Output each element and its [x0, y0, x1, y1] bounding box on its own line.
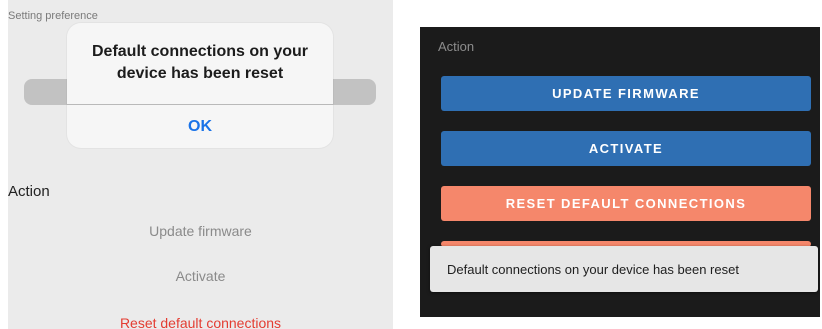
reset-default-connections-button[interactable]: RESET DEFAULT CONNECTIONS [441, 186, 811, 221]
update-firmware-button[interactable]: UPDATE FIRMWARE [441, 76, 811, 111]
update-firmware-button[interactable]: Update firmware [8, 223, 393, 239]
ok-button[interactable]: OK [67, 105, 333, 148]
toast-message: Default connections on your device has b… [447, 261, 739, 277]
action-section-title: Action [438, 39, 475, 54]
ios-settings-panel: Setting preference Default connections o… [8, 0, 393, 329]
android-settings-panel: Action UPDATE FIRMWARE ACTIVATE RESET DE… [420, 27, 820, 317]
action-section-title: Action [8, 183, 50, 200]
toast-notification: Default connections on your device has b… [430, 246, 818, 292]
reset-default-connections-button[interactable]: Reset default connections [8, 315, 393, 329]
alert-dialog: Default connections on your device has b… [67, 23, 333, 148]
activate-button[interactable]: Activate [8, 268, 393, 284]
activate-button[interactable]: ACTIVATE [441, 131, 811, 166]
alert-message: Default connections on your device has b… [91, 43, 308, 82]
